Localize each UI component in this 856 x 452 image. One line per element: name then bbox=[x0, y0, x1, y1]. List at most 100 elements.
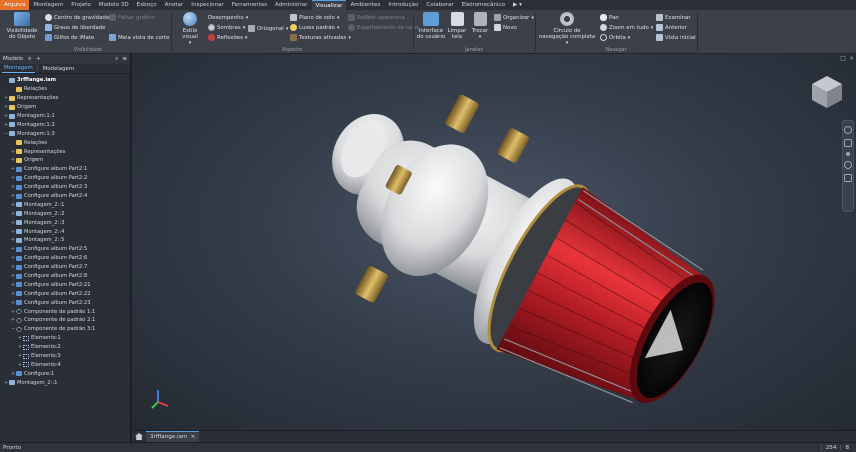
tree-node[interactable]: + Configure album Part2:3 bbox=[0, 183, 130, 192]
3d-model-render[interactable] bbox=[132, 54, 856, 430]
look-at-icon[interactable] bbox=[844, 174, 852, 182]
tree-node[interactable]: + Configure:1 bbox=[0, 369, 130, 378]
menu-tab-1[interactable]: Montagem bbox=[29, 0, 67, 10]
menu-tab-9[interactable]: Visualizar bbox=[311, 0, 347, 10]
tree-node[interactable]: + Configure album Part2:8 bbox=[0, 272, 130, 281]
tab-montagem[interactable]: Montagem bbox=[2, 64, 35, 73]
performance-button[interactable]: Desempenho ▾ bbox=[208, 13, 248, 22]
tree-node[interactable]: + Elemento:4 bbox=[0, 361, 130, 370]
imate-glyphs-button[interactable]: Glifos de iMate bbox=[45, 33, 94, 42]
menu-tab-13[interactable]: Eletromecânico bbox=[458, 0, 509, 10]
home-icon[interactable] bbox=[135, 433, 143, 440]
tree-node[interactable]: + Componente de padrão 1:1 bbox=[0, 307, 130, 316]
user-interface-button[interactable]: Interface do usuário bbox=[416, 12, 446, 40]
ray-mirroring-button[interactable]: Espelhamento de raios bbox=[348, 23, 419, 32]
textures-on-button[interactable]: Texturas ativadas ▾ bbox=[290, 33, 351, 42]
tree-node[interactable]: + Elemento:3 bbox=[0, 352, 130, 361]
tree-node[interactable]: + Configure album Part2:5 bbox=[0, 245, 130, 254]
menu-tab-5[interactable]: Anotar bbox=[161, 0, 188, 10]
reflections-button[interactable]: Reflexões ▾ bbox=[208, 33, 247, 42]
menu-tab-8[interactable]: Administrar bbox=[271, 0, 312, 10]
tree-node[interactable]: + Montagem:1:1 bbox=[0, 112, 130, 121]
tab-modelagem[interactable]: Modelagem bbox=[41, 65, 76, 73]
degrees-of-freedom-button[interactable]: Graus de liberdade bbox=[45, 23, 105, 32]
tree-node[interactable]: + Configure album Part2:7 bbox=[0, 263, 130, 272]
tree-node[interactable]: + Montagem_2::3 bbox=[0, 218, 130, 227]
zoom-all-button[interactable]: Zoom em tudo ▾ bbox=[600, 23, 653, 32]
reflect-appearance-button[interactable]: Refletir aparência bbox=[348, 13, 405, 22]
tree-node[interactable]: + Montagem_2::1 bbox=[0, 378, 130, 387]
tree-node[interactable]: + Configure album Part2:4 bbox=[0, 192, 130, 201]
asm-icon bbox=[16, 220, 22, 226]
clean-screen-button[interactable]: Limpar tela bbox=[447, 12, 467, 40]
tree-node[interactable]: + Configure album Part2:6 bbox=[0, 254, 130, 263]
tree-node[interactable]: Relações bbox=[0, 138, 130, 147]
tree-node[interactable]: + Configure album Part2:22 bbox=[0, 289, 130, 298]
orbit-button[interactable]: Órbita ▾ bbox=[600, 33, 630, 42]
default-lights-button[interactable]: Luzes padrão ▾ bbox=[290, 23, 339, 32]
full-navigation-wheel-button[interactable]: Círculo de navegação completa ▾ bbox=[538, 12, 596, 46]
tree-node[interactable]: + Componente de padrão 2:1 bbox=[0, 316, 130, 325]
home-view-button[interactable]: Vista inicial bbox=[656, 33, 696, 42]
home-view-icon bbox=[656, 34, 663, 41]
arrange-button[interactable]: Organizar ▾ bbox=[494, 13, 534, 22]
search-icon[interactable]: ⌕ bbox=[115, 56, 118, 63]
tree-node[interactable]: Relações bbox=[0, 85, 130, 94]
tree-node[interactable]: 3rfflange.iam bbox=[0, 76, 130, 85]
menu-tab-3[interactable]: Modelo 3D bbox=[95, 0, 133, 10]
tree-node[interactable]: + Origem bbox=[0, 103, 130, 112]
visual-style-button[interactable]: Estilo visual ▾ bbox=[174, 12, 206, 46]
add-tab-icon[interactable]: + bbox=[36, 56, 41, 62]
half-section-view-button[interactable]: Meia vista de corte bbox=[109, 33, 169, 42]
tree-node[interactable]: + Montagem_2::5 bbox=[0, 236, 130, 245]
previous-view-button[interactable]: Anterior bbox=[656, 23, 687, 32]
status-bar: Pronto 254 8 bbox=[0, 442, 856, 452]
maximize-icon[interactable]: □ bbox=[840, 55, 846, 62]
tree-node[interactable]: + Configure album Part2:2 bbox=[0, 174, 130, 183]
menu-tab-12[interactable]: Colaborar bbox=[422, 0, 457, 10]
close-icon[interactable]: × bbox=[849, 55, 854, 62]
zoom-icon[interactable] bbox=[846, 152, 850, 156]
close-icon[interactable]: × bbox=[27, 56, 32, 62]
tree-node[interactable]: + Montagem_2::2 bbox=[0, 209, 130, 218]
tree-node[interactable]: + Representações bbox=[0, 147, 130, 156]
video-capture-icon[interactable]: ▶ ▾ bbox=[509, 0, 526, 10]
examine-button[interactable]: Examinar bbox=[656, 13, 691, 22]
menu-icon[interactable]: ≡ bbox=[122, 56, 127, 62]
close-icon[interactable]: × bbox=[190, 434, 195, 440]
orthographic-button[interactable]: Ortogonal ▾ bbox=[248, 24, 288, 33]
pan-hand-icon[interactable] bbox=[844, 139, 852, 147]
switch-button[interactable]: Trocar ▾ bbox=[468, 12, 492, 40]
document-tab[interactable]: 3rfflange.iam × bbox=[146, 431, 200, 442]
menu-tab-10[interactable]: Ambientes bbox=[346, 0, 384, 10]
graphics-viewport[interactable]: □ × bbox=[132, 54, 856, 430]
tree-node[interactable]: + Montagem_2::1 bbox=[0, 200, 130, 209]
tree-node[interactable]: − Componente de padrão 3:1 bbox=[0, 325, 130, 334]
steering-wheel-icon[interactable] bbox=[844, 126, 852, 134]
menu-tab-2[interactable]: Projeto bbox=[67, 0, 95, 10]
tree-node[interactable]: + Montagem_2::4 bbox=[0, 227, 130, 236]
shadows-button[interactable]: Sombras ▾ bbox=[208, 23, 245, 32]
tree-node[interactable]: + Elemento:2 bbox=[0, 343, 130, 352]
tree-node[interactable]: + Configure album Part2:21 bbox=[0, 280, 130, 289]
menu-tab-11[interactable]: Introdução bbox=[384, 0, 422, 10]
menu-tab-4[interactable]: Esboço bbox=[133, 0, 161, 10]
center-of-gravity-button[interactable]: Centro de gravidade bbox=[45, 13, 109, 22]
tree-node[interactable]: + Representações bbox=[0, 94, 130, 103]
tree-node[interactable]: + Configure album Part2:1 bbox=[0, 165, 130, 174]
tree-node[interactable]: + Configure album Part2:23 bbox=[0, 298, 130, 307]
menu-tab-0[interactable]: Arquivo bbox=[0, 0, 30, 10]
viewcube[interactable] bbox=[810, 74, 844, 110]
tree-node[interactable]: + Elemento:1 bbox=[0, 334, 130, 343]
object-visibility-button[interactable]: Visibilidade do Objeto bbox=[3, 12, 41, 40]
ground-plane-button[interactable]: Plano de solo ▾ bbox=[290, 13, 339, 22]
tree-node[interactable]: + Montagem:1:2 bbox=[0, 120, 130, 129]
pan-button[interactable]: Pan bbox=[600, 13, 619, 22]
tree-node[interactable]: + Origem bbox=[0, 156, 130, 165]
orbit-icon[interactable] bbox=[844, 161, 852, 169]
tree-node[interactable]: − Montagem:1:3 bbox=[0, 129, 130, 138]
menu-tab-7[interactable]: Ferramentas bbox=[228, 0, 271, 10]
fail-graphics-button[interactable]: Falhar gráfico bbox=[109, 13, 155, 22]
new-window-button[interactable]: Novo bbox=[494, 23, 517, 32]
menu-tab-6[interactable]: Inspecionar bbox=[187, 0, 227, 10]
